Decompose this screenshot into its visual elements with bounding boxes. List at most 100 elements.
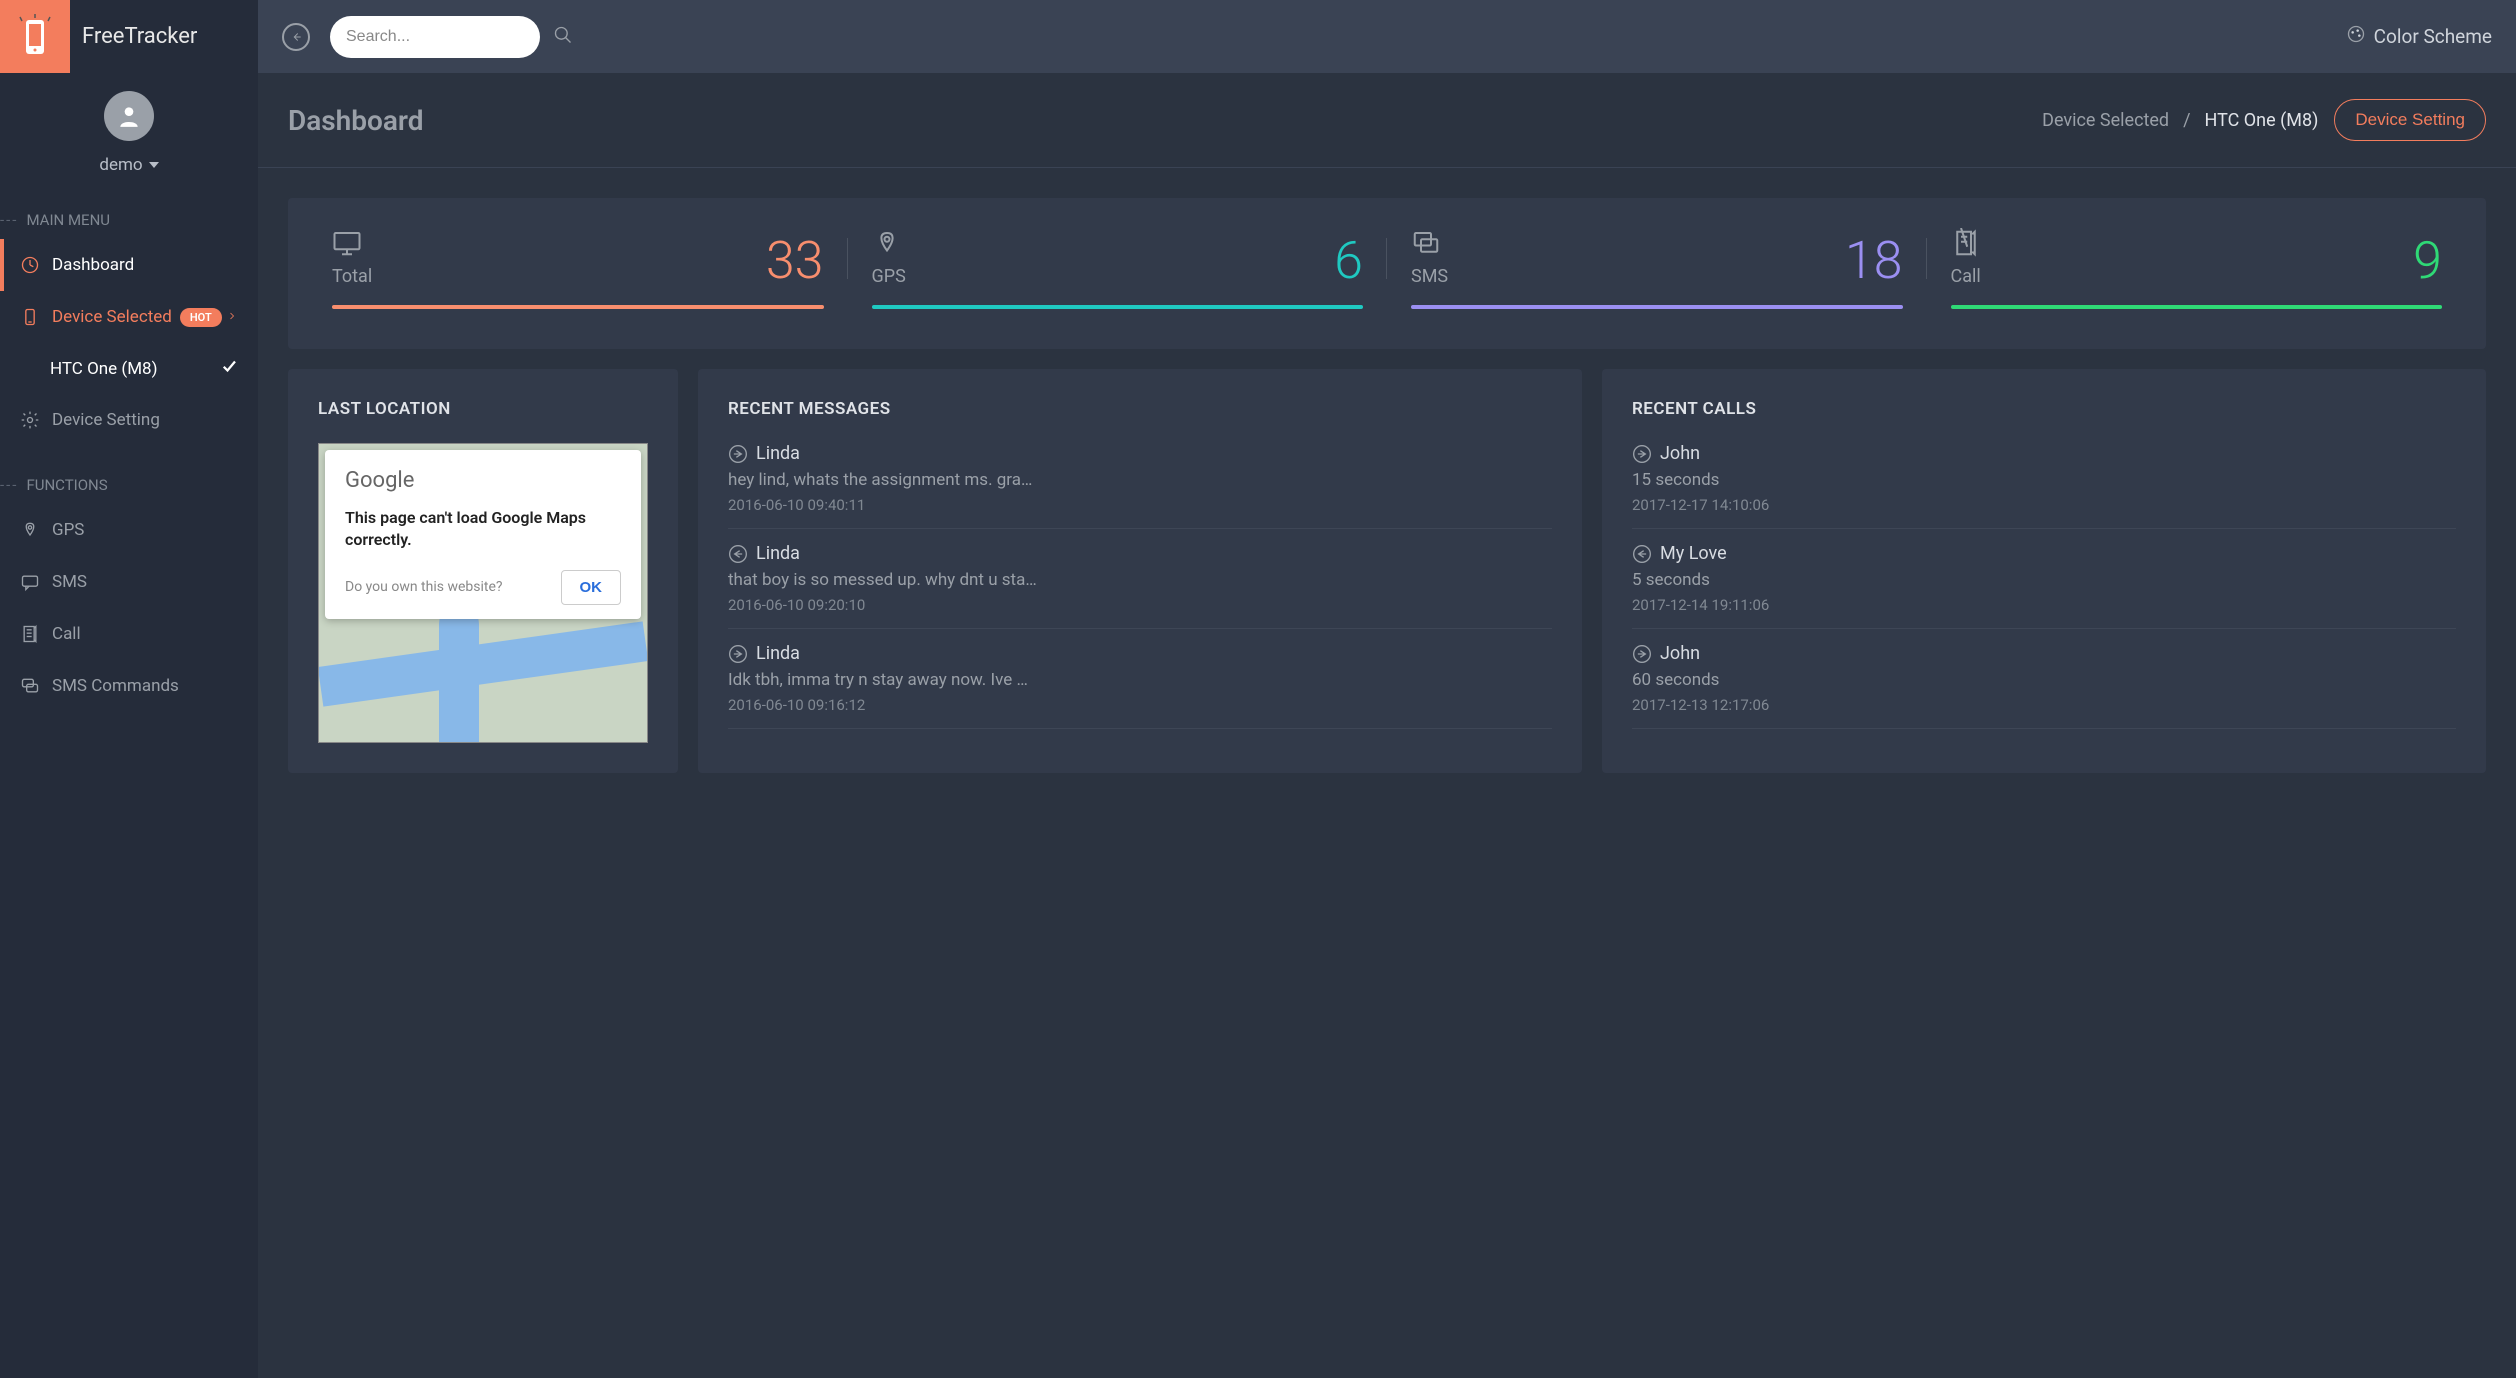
arrow-left-circle-icon — [1632, 544, 1652, 564]
stat-bar — [872, 305, 1364, 309]
color-scheme-button[interactable]: Color Scheme — [2346, 24, 2492, 49]
sidebar-item-label: Device Selected — [52, 307, 172, 327]
map-error-message: This page can't load Google Maps correct… — [345, 507, 621, 552]
location-pin-icon — [20, 520, 40, 540]
device-setting-button[interactable]: Device Setting — [2334, 99, 2486, 141]
search-input[interactable] — [346, 28, 553, 46]
call-name: John — [1660, 443, 1700, 464]
panel-title: RECENT MESSAGES — [728, 399, 1552, 419]
call-time: 2017-12-14 19:11:06 — [1632, 596, 2456, 614]
call-log-icon — [20, 624, 40, 644]
logo-icon — [0, 0, 70, 73]
page-title: Dashboard — [288, 104, 424, 137]
search-box[interactable] — [330, 16, 540, 58]
stat-bar — [1411, 305, 1903, 309]
gear-icon — [20, 410, 40, 430]
stat-total: Total 33 — [308, 228, 848, 309]
search-icon — [553, 25, 573, 49]
arrow-right-circle-icon — [728, 444, 748, 464]
hot-badge: HOT — [180, 308, 222, 327]
back-button[interactable] — [282, 23, 310, 51]
call-name: My Love — [1660, 543, 1727, 564]
breadcrumb: Device Selected / HTC One (M8) — [2042, 110, 2318, 131]
message-item[interactable]: LindaIdk tbh, imma try n stay away now. … — [728, 629, 1552, 729]
map-question[interactable]: Do you own this website? — [345, 579, 503, 595]
call-log-icon — [1951, 228, 1981, 254]
breadcrumb-device: HTC One (M8) — [2205, 110, 2319, 131]
user-block: demo — [0, 73, 258, 195]
message-time: 2016-06-10 09:20:10 — [728, 596, 1552, 614]
call-item[interactable]: John15 seconds2017-12-17 14:10:06 — [1632, 443, 2456, 529]
device-icon — [20, 307, 40, 327]
message-sender: Linda — [756, 643, 800, 664]
sidebar-item-device-selected[interactable]: Device Selected HOT — [0, 291, 258, 343]
stat-label: Total — [332, 266, 372, 287]
sidebar-item-gps[interactable]: GPS — [0, 504, 258, 556]
arrow-right-circle-icon — [1632, 444, 1652, 464]
stat-bar — [332, 305, 824, 309]
sidebar-item-call[interactable]: Call — [0, 608, 258, 660]
sidebar-item-device-setting[interactable]: Device Setting — [0, 394, 258, 446]
sidebar-item-label: GPS — [52, 520, 84, 540]
breadcrumb-separator: / — [2183, 110, 2190, 131]
message-body: hey lind, whats the assignment ms. gra… — [728, 470, 1552, 490]
call-item[interactable]: My Love5 seconds2017-12-14 19:11:06 — [1632, 529, 2456, 629]
dashboard-icon — [20, 255, 40, 275]
panel-recent-messages: RECENT MESSAGES Lindahey lind, whats the… — [698, 369, 1582, 773]
panel-title: RECENT CALLS — [1632, 399, 2456, 419]
color-scheme-label: Color Scheme — [2374, 25, 2492, 48]
sidebar-item-sms[interactable]: SMS — [0, 556, 258, 608]
menu-header-functions: FUNCTIONS — [0, 460, 258, 504]
sidebar-item-label: Dashboard — [52, 255, 134, 275]
panel-title: LAST LOCATION — [318, 399, 648, 419]
check-icon — [220, 357, 238, 380]
stat-value: 9 — [2413, 235, 2442, 287]
call-item[interactable]: John 60 seconds 2017-12-13 12:17:06 — [1632, 629, 2456, 729]
breadcrumb-label[interactable]: Device Selected — [2042, 110, 2169, 131]
call-name: John — [1660, 643, 1700, 664]
sidebar-item-label: Call — [52, 624, 81, 644]
user-menu[interactable]: demo — [99, 155, 158, 175]
avatar[interactable] — [104, 91, 154, 141]
sidebar-item-dashboard[interactable]: Dashboard — [0, 239, 258, 291]
stat-label: SMS — [1411, 266, 1448, 287]
call-time: 2017-12-13 12:17:06 — [1632, 696, 2456, 714]
arrow-left-circle-icon — [728, 544, 748, 564]
stat-value: 6 — [1334, 235, 1363, 287]
chevron-right-icon — [226, 307, 238, 327]
chat-bubbles-icon — [20, 676, 40, 696]
map[interactable]: Google This page can't load Google Maps … — [318, 443, 648, 743]
map-ok-button[interactable]: OK — [561, 570, 622, 605]
panel-recent-calls: RECENT CALLS John15 seconds2017-12-17 14… — [1602, 369, 2486, 773]
page-header: Dashboard Device Selected / HTC One (M8)… — [258, 73, 2516, 168]
stat-value: 33 — [766, 235, 824, 287]
call-duration: 60 seconds — [1632, 670, 2456, 690]
stat-gps: GPS 6 — [848, 228, 1388, 309]
message-item[interactable]: Lindahey lind, whats the assignment ms. … — [728, 443, 1552, 529]
stat-label: Call — [1951, 266, 1981, 287]
stat-bar — [1951, 305, 2443, 309]
call-time: 2017-12-17 14:10:06 — [1632, 496, 2456, 514]
message-item[interactable]: Lindathat boy is so messed up. why dnt u… — [728, 529, 1552, 629]
map-error-dialog: Google This page can't load Google Maps … — [325, 450, 641, 619]
arrow-right-circle-icon — [728, 644, 748, 664]
monitor-icon — [332, 228, 362, 254]
stat-value: 18 — [1845, 235, 1903, 287]
sidebar-item-label: SMS Commands — [52, 676, 179, 696]
logo[interactable]: FreeTracker — [0, 0, 258, 73]
palette-icon — [2346, 24, 2366, 49]
location-pin-icon — [872, 228, 902, 254]
sidebar-item-label: SMS — [52, 572, 87, 592]
stats-row: Total 33 GPS 6 — [288, 198, 2486, 349]
message-time: 2016-06-10 09:40:11 — [728, 496, 1552, 514]
google-logo: Google — [345, 468, 621, 493]
message-sender: Linda — [756, 543, 800, 564]
user-name-label: demo — [99, 155, 142, 175]
sidebar-subitem-device[interactable]: HTC One (M8) — [0, 343, 258, 394]
chat-icon — [20, 572, 40, 592]
sidebar-item-sms-commands[interactable]: SMS Commands — [0, 660, 258, 712]
stat-sms: SMS 18 — [1387, 228, 1927, 309]
chat-icon — [1411, 228, 1441, 254]
panel-last-location: LAST LOCATION Google This page can't loa… — [288, 369, 678, 773]
sidebar-item-label: Device Setting — [52, 410, 160, 430]
